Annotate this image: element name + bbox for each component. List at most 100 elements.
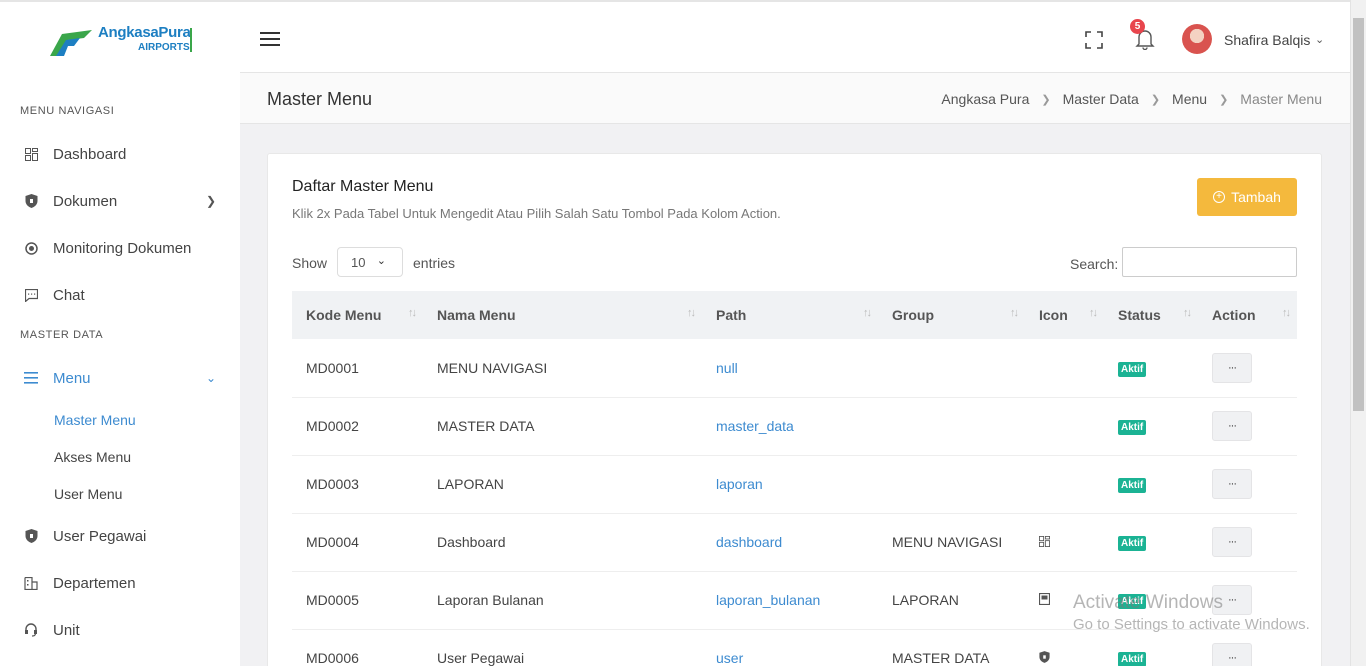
sidebar-item-unit[interactable]: Unit (0, 612, 240, 648)
sidebar-item-monitoring-dokumen[interactable]: Monitoring Dokumen (0, 230, 240, 266)
sidebar-item-label: User Pegawai (53, 527, 147, 545)
chevron-down-icon[interactable]: ⌄ (1315, 33, 1324, 46)
cell-kode-menu: MD0002 (292, 397, 423, 456)
cell-group (878, 339, 1025, 398)
page-scrollbar[interactable] (1350, 0, 1366, 666)
search-input[interactable] (1122, 247, 1297, 277)
watermark-subtitle: Go to Settings to activate Windows. (1073, 616, 1310, 633)
breadcrumb-separator-icon: ❯ (1150, 94, 1161, 106)
breadcrumb-item[interactable]: Master Data (1063, 91, 1139, 107)
sort-icon: ↑↓ (687, 307, 696, 319)
column-header-icon[interactable]: Icon ↑↓ (1025, 291, 1104, 339)
breadcrumb-item[interactable]: Angkasa Pura (941, 91, 1029, 107)
column-header-action[interactable]: Action ↑↓ (1198, 291, 1297, 339)
cell-kode-menu: MD0005 (292, 571, 423, 630)
sidebar-item-label: Chat (53, 286, 85, 304)
cell-status: Aktif (1104, 513, 1198, 572)
search-label: Search: (1070, 256, 1119, 272)
cell-action: ··· (1198, 397, 1297, 456)
cell-group (878, 397, 1025, 456)
status-badge: Aktif (1118, 420, 1147, 435)
column-header-status[interactable]: Status ↑↓ (1104, 291, 1198, 339)
sort-icon: ↑↓ (863, 307, 872, 319)
card-title: Daftar Master Menu (292, 178, 434, 195)
action-menu-button[interactable]: ··· (1212, 527, 1252, 557)
cell-kode-menu: MD0003 (292, 455, 423, 514)
sidebar-item-departemen[interactable]: Departemen (0, 565, 240, 601)
sort-icon: ↑↓ (1183, 307, 1192, 319)
sidebar: AngkasaPura AIRPORTS MENU NAVIGASI Dashb… (0, 0, 240, 666)
sidebar-item-label: Dokumen (53, 192, 118, 210)
table-row[interactable]: MD0003 LAPORAN laporan Aktif ··· (292, 455, 1297, 514)
chevron-down-icon: ⌄ (376, 255, 386, 267)
cell-action: ··· (1198, 629, 1297, 666)
table-row[interactable]: MD0002 MASTER DATA master_data Aktif ··· (292, 397, 1297, 456)
master-menu-card: Daftar Master Menu Klik 2x Pada Tabel Un… (267, 153, 1322, 666)
breadcrumb: Angkasa Pura ❯ Master Data ❯ Menu ❯ Mast… (941, 91, 1322, 107)
sidebar-item-chat[interactable]: Chat (0, 277, 240, 313)
sort-icon: ↑↓ (1282, 307, 1291, 319)
headset-icon (24, 623, 38, 637)
action-menu-button[interactable]: ··· (1212, 411, 1252, 441)
cell-nama-menu: User Pegawai (423, 629, 702, 666)
status-badge: Aktif (1118, 361, 1147, 377)
sidebar-item-dashboard[interactable]: Dashboard (0, 136, 240, 172)
column-header-nama-menu[interactable]: Nama Menu ↑↓ (423, 291, 702, 339)
table-row[interactable]: MD0004 Dashboard dashboard MENU NAVIGASI Akt… (292, 513, 1297, 572)
cell-group: MASTER DATA (878, 629, 1025, 666)
section-label-master-data: MASTER DATA (20, 329, 104, 341)
cell-action: ··· (1198, 455, 1297, 514)
column-header-group[interactable]: Group ↑↓ (878, 291, 1025, 339)
cell-kode-menu: MD0006 (292, 629, 423, 666)
card-subtitle: Klik 2x Pada Tabel Untuk Mengedit Atau P… (292, 206, 781, 221)
hamburger-menu-icon[interactable] (260, 32, 280, 46)
cell-group: MENU NAVIGASI (878, 513, 1025, 572)
sidebar-item-user-pegawai[interactable]: User Pegawai (0, 518, 240, 554)
submenu-item-akses-menu[interactable]: Akses Menu (54, 449, 131, 465)
submenu-item-master-menu[interactable]: Master Menu (54, 412, 136, 428)
sidebar-item-menu[interactable]: Menu ⌄ (0, 360, 240, 396)
shield-icon (24, 194, 38, 208)
entries-label: entries (413, 255, 456, 271)
user-name[interactable]: Shafira Balqis (1224, 32, 1310, 48)
column-header-path[interactable]: Path ↑↓ (702, 291, 878, 339)
add-button[interactable]: + Tambah (1197, 178, 1297, 216)
cell-path: dashboard (702, 513, 878, 572)
status-badge: Aktif (1118, 536, 1147, 551)
table-row[interactable]: MD0001 MENU NAVIGASI null Aktif ··· (292, 339, 1297, 398)
table-row[interactable]: MD0006 User Pegawai user MASTER DATA Aktif ··… (292, 629, 1297, 666)
sidebar-item-label: Menu (53, 369, 91, 387)
breadcrumb-separator-icon: ❯ (1219, 94, 1229, 106)
cell-icon (1025, 339, 1104, 398)
avatar[interactable] (1182, 24, 1212, 54)
list-icon (24, 371, 38, 385)
sidebar-item-dokumen[interactable]: Dokumen ❯ (0, 183, 240, 219)
cell-icon (1025, 455, 1104, 514)
cell-status: Aktif (1104, 455, 1198, 514)
cell-icon (1025, 397, 1104, 456)
page-header: Master Menu Angkasa Pura ❯ Master Data ❯… (240, 73, 1350, 124)
building-icon (24, 576, 38, 590)
cell-path: laporan_bulanan (702, 571, 878, 630)
breadcrumb-item[interactable]: Menu (1172, 91, 1207, 107)
column-header-kode-menu[interactable]: Kode Menu ↑↓ (292, 291, 423, 339)
submenu-item-user-menu[interactable]: User Menu (54, 486, 122, 502)
fullscreen-icon[interactable] (1085, 31, 1103, 49)
action-menu-button[interactable]: ··· (1212, 643, 1252, 666)
brand-subname: AIRPORTS (138, 42, 190, 53)
chat-icon (24, 288, 38, 302)
action-menu-button[interactable]: ··· (1212, 352, 1252, 383)
scrollbar-thumb[interactable] (1353, 18, 1364, 411)
brand-logo[interactable]: AngkasaPura AIRPORTS (46, 22, 196, 62)
add-button-label: Tambah (1231, 189, 1281, 205)
watermark-title: Activate Windows (1073, 592, 1223, 613)
entries-select[interactable]: 10 ⌄ (337, 247, 403, 277)
sort-icon: ↑↓ (1089, 307, 1098, 319)
breadcrumb-separator-icon: ❯ (1041, 94, 1051, 106)
shield-icon (1039, 651, 1050, 666)
plus-circle-icon: + (1213, 191, 1226, 203)
breadcrumb-current: Master Menu (1240, 91, 1322, 107)
action-menu-button[interactable]: ··· (1212, 469, 1252, 499)
cell-action: ··· (1198, 513, 1297, 572)
status-badge: Aktif (1118, 652, 1147, 666)
